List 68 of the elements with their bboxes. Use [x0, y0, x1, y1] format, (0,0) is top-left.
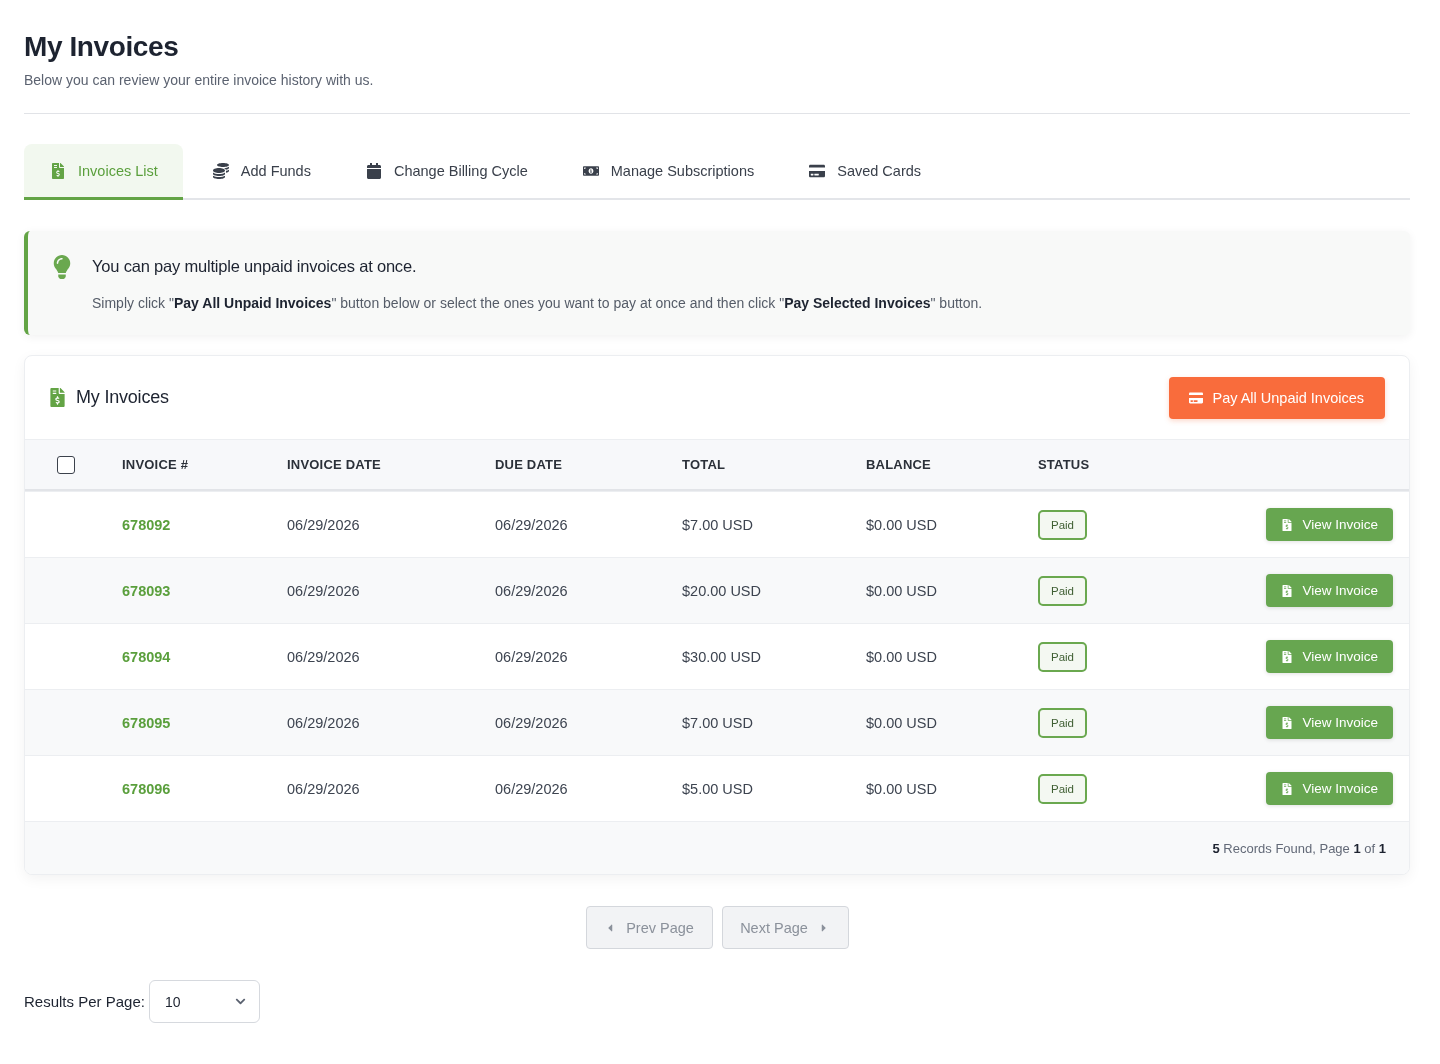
invoice-icon — [48, 388, 67, 407]
table-cell: 06/29/2026 — [495, 714, 568, 731]
view-invoice-button[interactable]: View Invoice — [1266, 640, 1393, 673]
view-invoice-button[interactable]: View Invoice — [1266, 706, 1393, 739]
table-cell: $0.00 USD — [866, 780, 937, 797]
notice-title: You can pay multiple unpaid invoices at once. — [92, 256, 418, 277]
table-cell: $0.00 USD — [866, 714, 937, 731]
column-header: INVOICE # — [122, 457, 190, 472]
status-badge: Paid — [1038, 575, 1087, 606]
records-summary: 5 Records Found, Page 1 of 1 — [1212, 840, 1386, 856]
invoice-link[interactable]: 678095 — [122, 714, 171, 731]
pay-all-button[interactable]: Pay All Unpaid Invoices — [1169, 376, 1385, 419]
status-badge: Paid — [1038, 773, 1087, 804]
table-cell: $30.00 USD — [682, 648, 761, 665]
invoice-link[interactable]: 678093 — [122, 582, 171, 599]
invoice-icon — [1281, 584, 1294, 597]
table-cell: 06/29/2026 — [287, 582, 360, 599]
invoice-icon — [1281, 782, 1294, 795]
column-header: INVOICE DATE — [287, 457, 382, 472]
coins-icon — [212, 162, 229, 179]
per-page-select[interactable]: 10 — [148, 980, 260, 1023]
table-cell: 06/29/2026 — [495, 780, 568, 797]
table-cell: $20.00 USD — [682, 582, 761, 599]
status-badge: Paid — [1038, 707, 1087, 738]
panel-title: My Invoices — [76, 387, 169, 408]
view-invoice-button[interactable]: View Invoice — [1266, 508, 1393, 541]
tab[interactable]: Change Billing Cycle — [339, 144, 553, 200]
table-cell: $0.00 USD — [866, 648, 937, 665]
invoice-link[interactable]: 678096 — [122, 780, 171, 797]
tab[interactable]: Saved Cards — [783, 144, 947, 200]
invoice-icon — [1281, 518, 1294, 531]
tab[interactable]: Add Funds — [186, 144, 336, 200]
column-header: DUE DATE — [495, 457, 564, 472]
table-cell: 06/29/2026 — [287, 516, 360, 533]
column-header: STATUS — [1038, 457, 1091, 472]
invoice-link[interactable]: 678094 — [122, 648, 171, 665]
table-cell: $7.00 USD — [682, 714, 753, 731]
status-badge: Paid — [1038, 509, 1087, 540]
invoice-icon — [50, 162, 66, 179]
table-cell: 06/29/2026 — [287, 714, 360, 731]
table-cell: $0.00 USD — [866, 582, 937, 599]
table-cell: 06/29/2026 — [287, 780, 360, 797]
column-header: TOTAL — [682, 457, 727, 472]
tab[interactable]: Manage Subscriptions — [556, 144, 780, 200]
notice-text: Simply click "Pay All Unpaid Invoices" button below or select the ones you want to pay at once and then click "Pay Selected Invoices" button. — [92, 294, 983, 313]
table-cell: $0.00 USD — [866, 516, 937, 533]
view-invoice-button[interactable]: View Invoice — [1266, 574, 1393, 607]
invoice-link[interactable]: 678092 — [122, 516, 171, 533]
select-all-checkbox[interactable] — [57, 455, 75, 474]
calendar-icon — [365, 162, 382, 179]
tab[interactable]: Invoices List — [24, 144, 183, 200]
table-cell: $5.00 USD — [682, 780, 753, 797]
status-badge: Paid — [1038, 641, 1087, 672]
column-header: BALANCE — [866, 457, 932, 472]
page-subtitle: Below you can review your entire invoice history with us. — [24, 71, 375, 90]
credit-card-icon — [809, 162, 826, 179]
credit-card-icon — [1189, 390, 1204, 405]
chevron-down-icon — [234, 996, 246, 1007]
view-invoice-button[interactable]: View Invoice — [1266, 772, 1393, 805]
table-cell: 06/29/2026 — [495, 582, 568, 599]
table-cell: 06/29/2026 — [287, 648, 360, 665]
table-cell: 06/29/2026 — [495, 648, 568, 665]
per-page-label: Results Per Page: — [24, 993, 145, 1010]
table-cell: 06/29/2026 — [495, 516, 568, 533]
invoice-icon — [1281, 650, 1294, 663]
page-title: My Invoices — [24, 30, 180, 64]
invoice-icon — [1281, 716, 1294, 729]
table-cell: $7.00 USD — [682, 516, 753, 533]
